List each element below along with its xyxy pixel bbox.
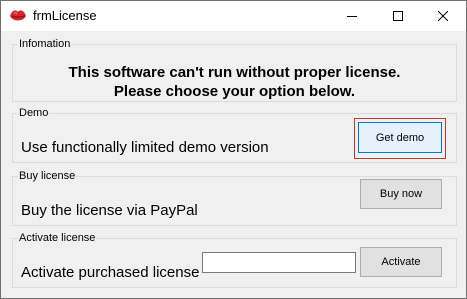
information-line-1: This software can't run without proper l…: [68, 64, 401, 81]
close-icon: [438, 11, 448, 21]
buy-license-legend: Buy license: [19, 170, 76, 182]
buy-now-button[interactable]: Buy now: [360, 179, 442, 209]
red-lips-app-icon: [10, 10, 26, 21]
license-window: frmLicense Infomation This software can'…: [0, 0, 467, 299]
close-button[interactable]: [420, 1, 466, 31]
get-demo-button[interactable]: Get demo: [358, 122, 442, 153]
demo-legend: Demo: [19, 107, 49, 119]
license-key-input[interactable]: [202, 252, 356, 273]
demo-description: Use functionally limited demo version: [21, 139, 269, 156]
activate-license-legend: Activate license: [19, 232, 96, 244]
maximize-icon: [393, 11, 403, 21]
minimize-button[interactable]: [329, 1, 375, 31]
title-bar[interactable]: frmLicense: [1, 1, 466, 31]
information-line-2: Please choose your option below.: [113, 83, 356, 100]
minimize-icon: [347, 16, 357, 17]
buy-description: Buy the license via PayPal: [21, 202, 198, 219]
activate-description: Activate purchased license: [21, 264, 200, 281]
information-group: Infomation This software can't run witho…: [12, 38, 457, 102]
activate-button[interactable]: Activate: [360, 247, 442, 277]
window-title: frmLicense: [33, 8, 97, 23]
information-legend: Infomation: [19, 38, 71, 50]
maximize-button[interactable]: [375, 1, 421, 31]
